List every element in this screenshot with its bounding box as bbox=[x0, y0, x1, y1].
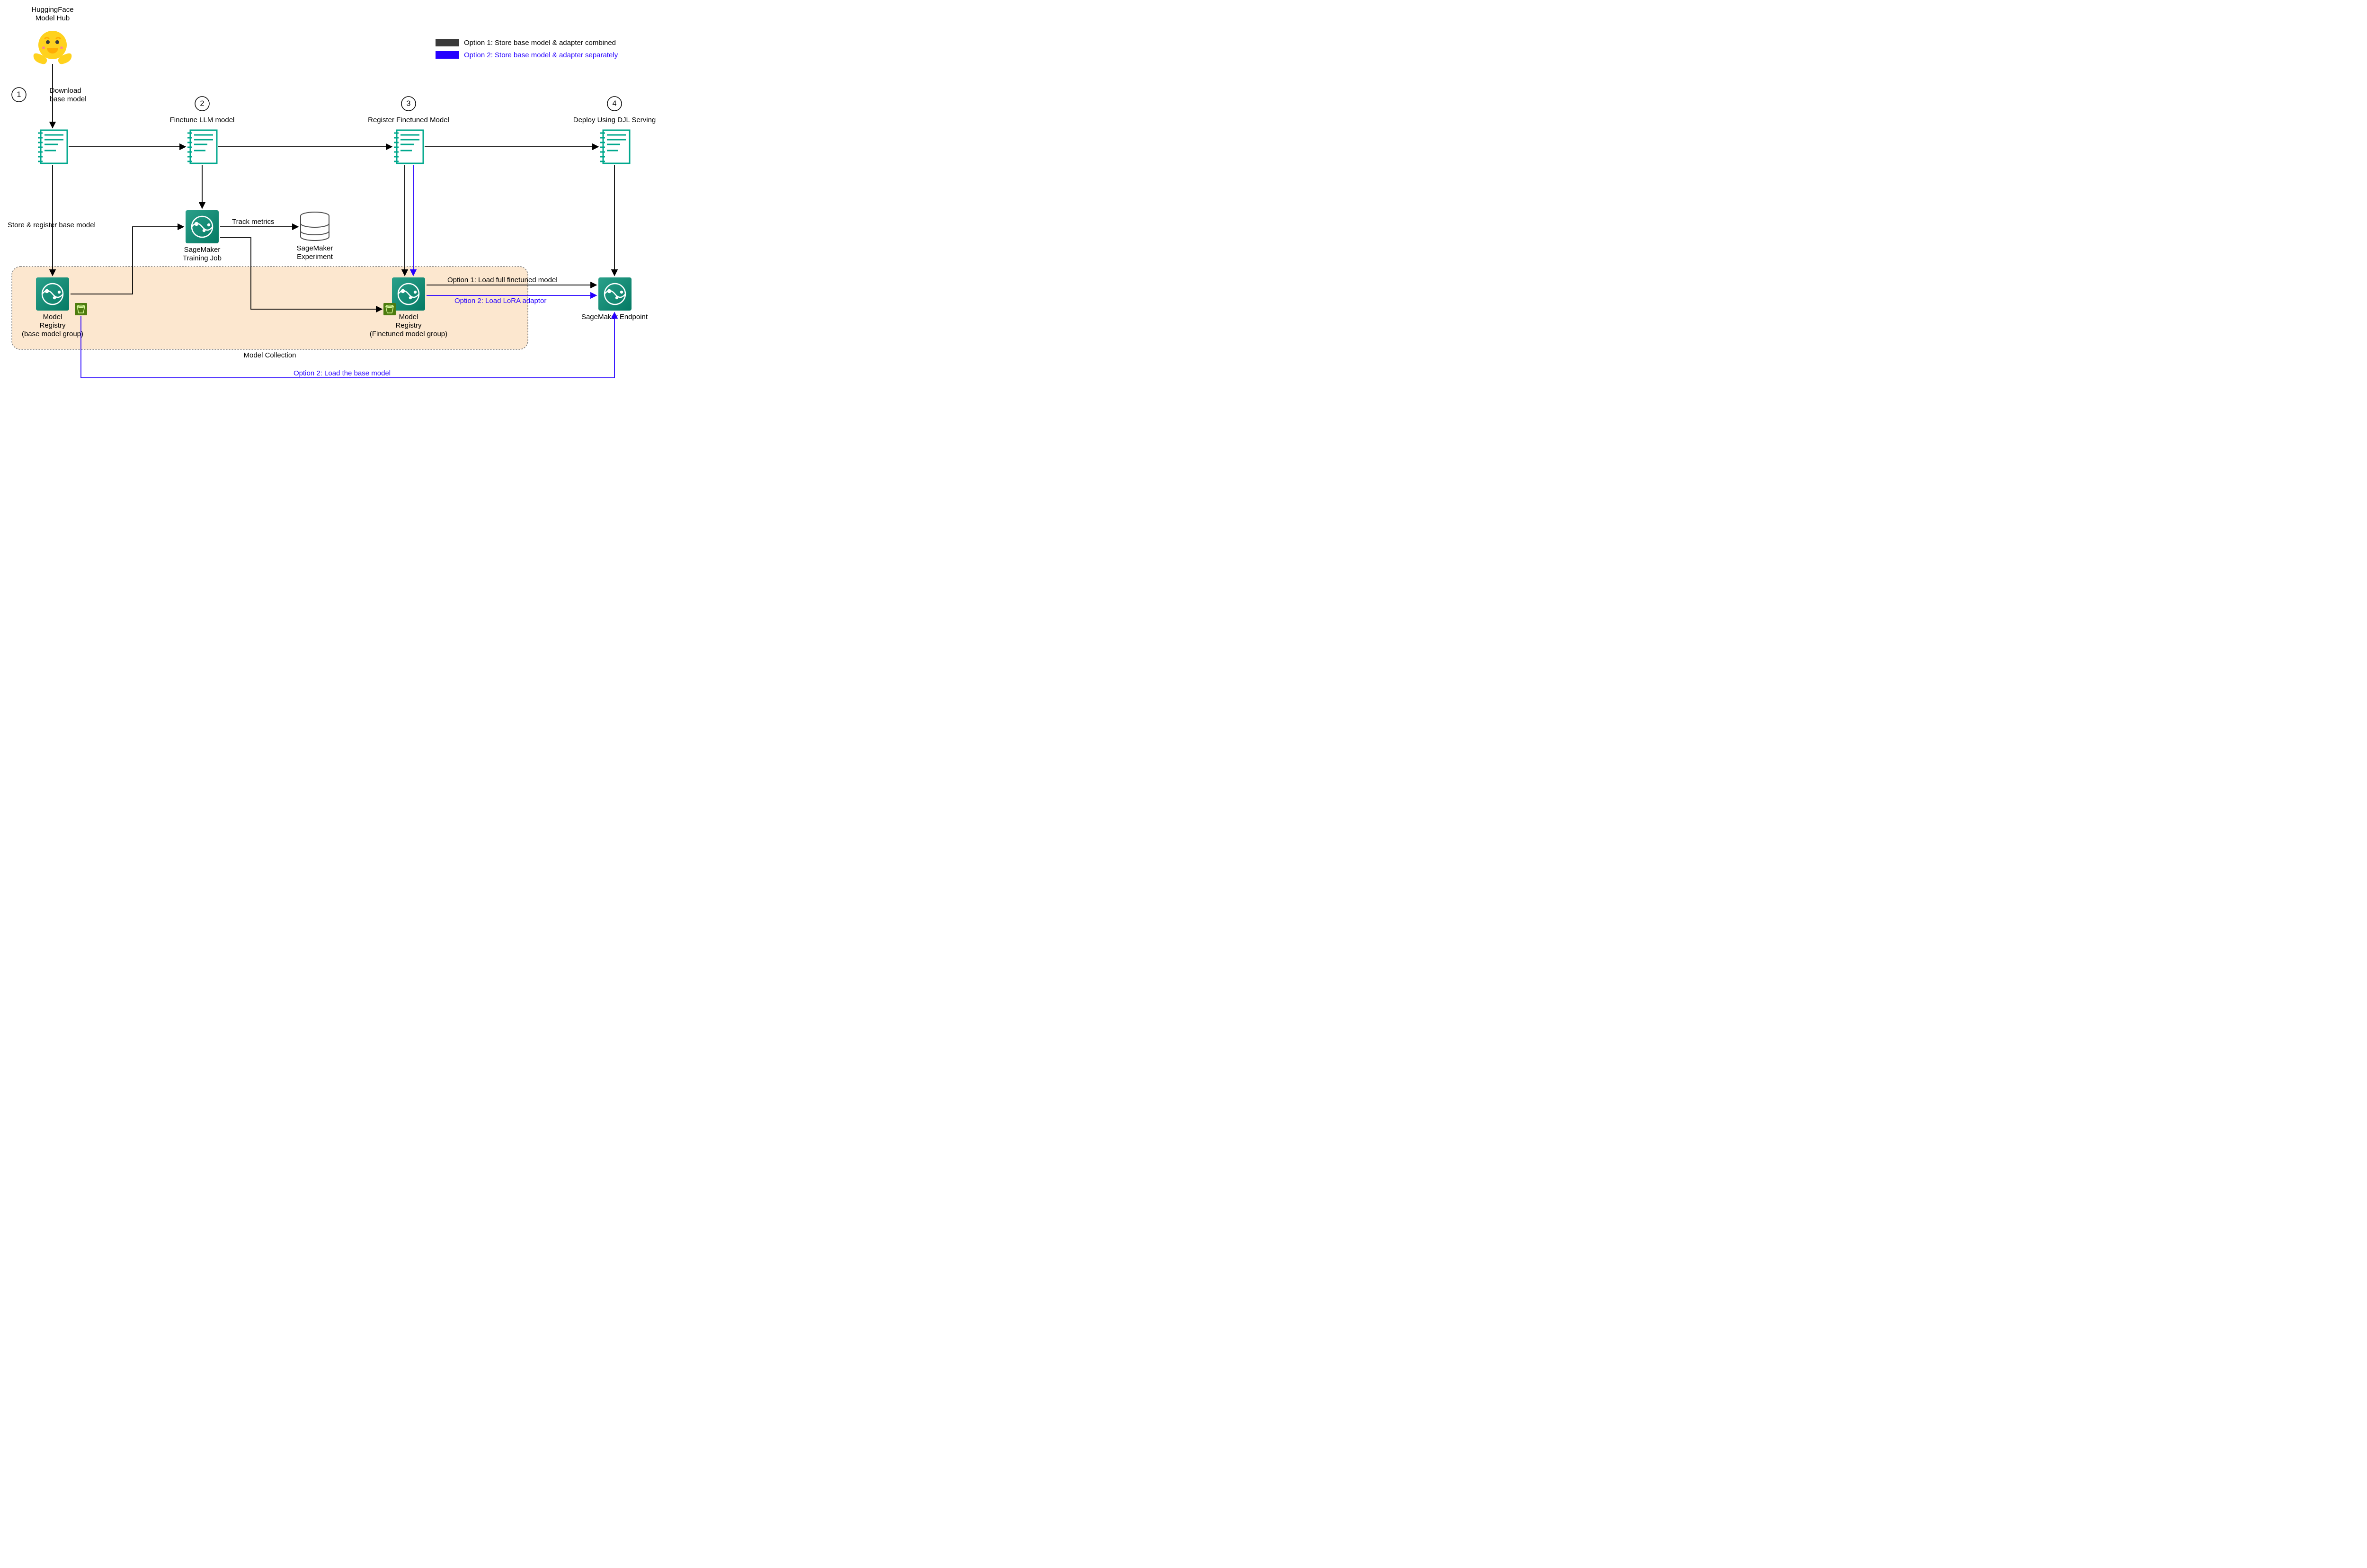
model-registry-base-icon bbox=[36, 277, 69, 311]
step-1: 1 Download base model bbox=[12, 87, 87, 103]
edge-opt2-load-base-label: Option 2: Load the base model bbox=[294, 369, 391, 377]
step-4-label: Deploy Using DJL Serving bbox=[573, 116, 656, 124]
step-4-num: 4 bbox=[613, 100, 617, 108]
step-2-num: 2 bbox=[200, 100, 205, 108]
step-2: 2 Finetune LLM model bbox=[170, 97, 235, 124]
hf-title-l1: HuggingFace bbox=[31, 6, 73, 14]
registry-base-l3: (base model group) bbox=[22, 330, 83, 338]
registry-ft-l1: Model bbox=[399, 313, 418, 321]
training-job-label-l2: Training Job bbox=[183, 254, 222, 262]
step-1-label-l1: Download bbox=[50, 87, 81, 95]
sagemaker-experiment-icon bbox=[301, 212, 329, 241]
model-collection-label: Model Collection bbox=[244, 351, 296, 359]
step-1-label-l2: base model bbox=[50, 95, 87, 103]
diagram-svg: Model Collection Option 1: Store base mo… bbox=[0, 0, 696, 393]
s3-bucket-ft-icon bbox=[383, 303, 396, 315]
registry-ft-l3: (Finetuned model group) bbox=[370, 330, 447, 338]
legend-swatch-opt1 bbox=[436, 39, 459, 46]
edge-track-metrics-label: Track metrics bbox=[232, 218, 274, 226]
notebook-step3-icon bbox=[394, 130, 423, 163]
sagemaker-endpoint-icon bbox=[598, 277, 632, 311]
registry-base-l2: Registry bbox=[39, 321, 66, 330]
step-4: 4 Deploy Using DJL Serving bbox=[573, 97, 656, 124]
hf-title-l2: Model Hub bbox=[36, 14, 70, 22]
notebook-step1-icon bbox=[38, 130, 67, 163]
edge-store-register-label: Store & register base model bbox=[8, 221, 96, 229]
step-3-label: Register Finetuned Model bbox=[368, 116, 449, 124]
legend-opt2-label: Option 2: Store base model & adapter sep… bbox=[464, 51, 618, 59]
legend: Option 1: Store base model & adapter com… bbox=[436, 39, 618, 59]
training-job-label-l1: SageMaker bbox=[184, 246, 221, 254]
huggingface-node: HuggingFace Model Hub bbox=[31, 6, 73, 64]
step-3-num: 3 bbox=[407, 100, 411, 108]
diagram-root: Model Collection Option 1: Store base mo… bbox=[0, 0, 2367, 393]
experiment-label-l2: Experiment bbox=[297, 253, 333, 261]
legend-opt1-label: Option 1: Store base model & adapter com… bbox=[464, 39, 616, 47]
registry-ft-l2: Registry bbox=[395, 321, 422, 330]
step-2-label: Finetune LLM model bbox=[170, 116, 235, 124]
edge-opt1-load-full-label: Option 1: Load full finetuned model bbox=[447, 276, 558, 284]
edge-opt2-load-lora-label: Option 2: Load LoRA adaptor bbox=[454, 297, 546, 305]
step-3: 3 Register Finetuned Model bbox=[368, 97, 449, 124]
registry-base-l1: Model bbox=[43, 313, 62, 321]
model-registry-ft-icon bbox=[392, 277, 425, 311]
s3-bucket-base-icon bbox=[75, 303, 87, 315]
sagemaker-training-icon bbox=[186, 210, 219, 243]
experiment-label-l1: SageMaker bbox=[297, 244, 333, 252]
huggingface-icon bbox=[34, 31, 72, 64]
legend-swatch-opt2 bbox=[436, 51, 459, 59]
step-1-num: 1 bbox=[17, 91, 21, 99]
notebook-step2-icon bbox=[187, 130, 217, 163]
notebook-step4-icon bbox=[600, 130, 630, 163]
